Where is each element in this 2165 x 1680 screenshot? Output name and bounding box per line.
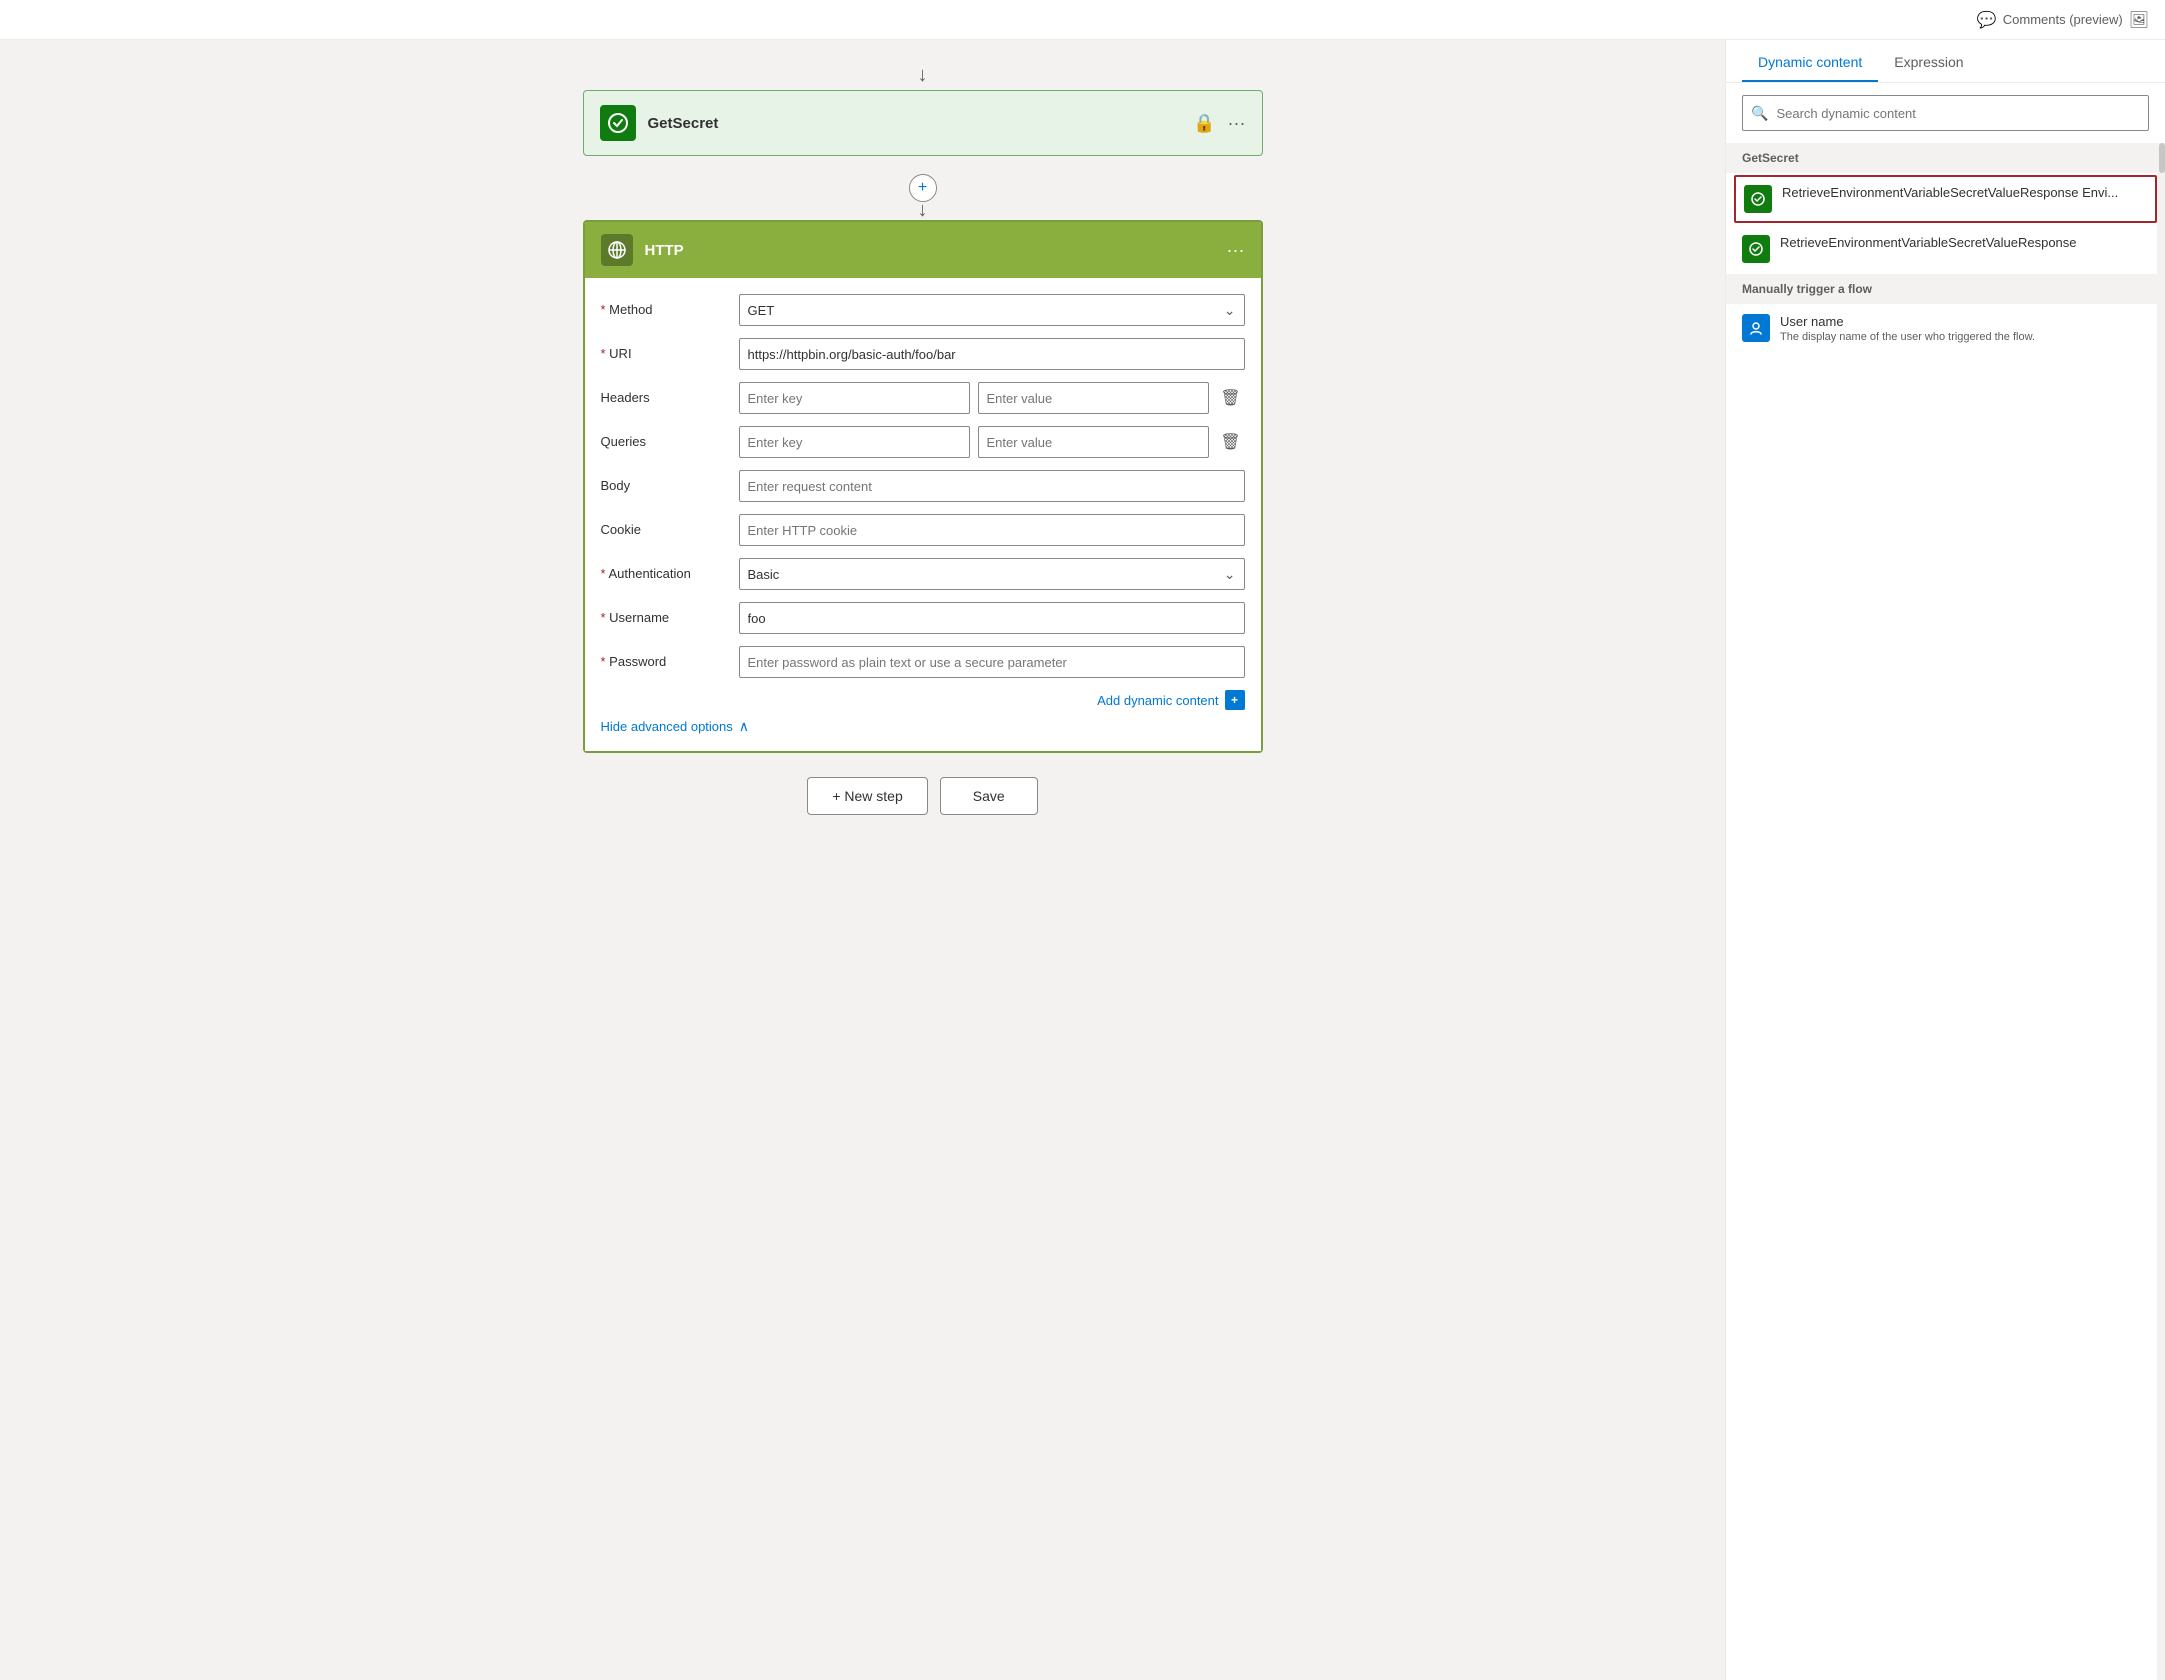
search-icon: 🔍 [1751,105,1768,122]
dynamic-content-panel: Dynamic content Expression 🔍 GetSecret [1725,40,2165,1680]
panel-scrollbar[interactable] [2157,143,2165,1680]
queries-value-input[interactable] [978,426,1209,458]
panel-search-area: 🔍 [1726,83,2165,143]
uri-label: URI [601,338,731,361]
http-card: HTTP ··· Method GET ⌄ URI https://httpbi… [583,220,1263,753]
getsecret-icon [600,105,636,141]
dynamic-item-1[interactable]: RetrieveEnvironmentVariableSecretValueRe… [1734,175,2157,223]
method-label: Method [601,294,731,317]
password-label: Password [601,646,731,669]
dynamic-content-icon[interactable]: + [1225,690,1245,710]
dynamic-item-2[interactable]: RetrieveEnvironmentVariableSecretValueRe… [1726,225,2165,274]
comment-icon: 💬 [1977,10,1997,30]
queries-key-input[interactable] [739,426,970,458]
body-label: Body [601,470,731,493]
http-card-body: Method GET ⌄ URI https://httpbin.org/bas… [585,278,1261,751]
hide-advanced-label: Hide advanced options [601,719,733,734]
headers-delete-btn[interactable]: 🗑 [1217,384,1245,412]
dynamic-content-link-row: Add dynamic content + [601,690,1245,710]
item3-svg [1748,320,1764,336]
queries-inputs: 🗑 [739,426,1245,458]
item3-icon [1742,314,1770,342]
auth-value: Basic [748,567,780,582]
top-bar: 💬 Comments (preview) 🖼 [0,0,2165,40]
cookie-input[interactable] [739,514,1245,546]
search-input[interactable] [1776,106,2140,121]
method-select[interactable]: GET ⌄ [739,294,1245,326]
headers-label: Headers [601,382,731,405]
item2-text: RetrieveEnvironmentVariableSecretValueRe… [1780,235,2149,250]
queries-delete-btn[interactable]: 🗑 [1217,428,1245,456]
scrollbar-thumb [2159,143,2165,173]
tab-expression[interactable]: Expression [1878,40,1979,82]
password-input[interactable] [739,646,1245,678]
item1-svg [1750,191,1766,207]
globe-svg [607,240,627,260]
add-step-button[interactable]: + [909,174,937,202]
http-card-header: HTTP ··· [585,222,1261,278]
body-input[interactable] [739,470,1245,502]
uri-input[interactable]: https://httpbin.org/basic-auth/foo/bar [739,338,1245,370]
method-value: GET [748,303,775,318]
panel-tabs: Dynamic content Expression [1726,40,2165,83]
more-options-icon[interactable]: ··· [1228,113,1246,134]
headers-row: Headers 🗑 [601,382,1245,414]
headers-value-input[interactable] [978,382,1209,414]
username-input[interactable]: foo [739,602,1245,634]
item1-text: RetrieveEnvironmentVariableSecretValueRe… [1782,185,2147,200]
lock-icon[interactable]: 🔒 [1193,113,1215,134]
comments-label[interactable]: Comments (preview) [2003,12,2123,27]
hide-advanced-options[interactable]: Hide advanced options ∧ [601,718,1245,735]
auth-row: Authentication Basic ⌄ [601,558,1245,590]
item1-icon [1744,185,1772,213]
method-chevron-down: ⌄ [1224,302,1236,319]
http-more-icon[interactable]: ··· [1227,240,1245,261]
save-button[interactable]: Save [940,777,1038,815]
canvas: ↓ GetSecret 🔒 ··· + ↓ [0,40,1845,1680]
item3-text: User name The display name of the user w… [1780,314,2149,343]
new-step-button[interactable]: + New step [807,777,927,815]
password-row: Password [601,646,1245,678]
tab-dynamic-content[interactable]: Dynamic content [1742,40,1878,82]
bottom-actions: + New step Save [807,777,1037,815]
item3-title: User name [1780,314,2149,329]
cookie-label: Cookie [601,514,731,537]
search-box: 🔍 [1742,95,2149,131]
section-manually-trigger: Manually trigger a flow [1726,274,2165,304]
panel-content: GetSecret RetrieveEnvironmentVariableSec… [1726,143,2165,1680]
chevron-up-icon: ∧ [739,718,749,735]
item3-desc: The display name of the user who trigger… [1780,331,2149,343]
http-icon [601,234,633,266]
cookie-row: Cookie [601,514,1245,546]
body-row: Body [601,470,1245,502]
getsecret-title: GetSecret [648,115,1182,132]
panel-icon[interactable]: 🖼 [2129,10,2149,30]
username-row: Username foo [601,602,1245,634]
method-row: Method GET ⌄ [601,294,1245,326]
dynamic-item-3[interactable]: User name The display name of the user w… [1726,304,2165,354]
getsecret-actions: 🔒 ··· [1193,113,1245,134]
arrow-connector-top: ↓ [918,60,928,90]
auth-label: Authentication [601,558,731,581]
item2-svg [1748,241,1764,257]
getsecret-card[interactable]: GetSecret 🔒 ··· [583,90,1263,156]
queries-label: Queries [601,426,731,449]
headers-key-input[interactable] [739,382,970,414]
item2-title: RetrieveEnvironmentVariableSecretValueRe… [1780,235,2149,250]
getsecret-svg [607,112,629,134]
auth-chevron-down: ⌄ [1224,566,1236,583]
comments-section: 💬 Comments (preview) 🖼 [1977,10,2149,30]
queries-row: Queries 🗑 [601,426,1245,458]
auth-select[interactable]: Basic ⌄ [739,558,1245,590]
http-title: HTTP [645,242,1215,259]
uri-row: URI https://httpbin.org/basic-auth/foo/b… [601,338,1245,370]
item1-title: RetrieveEnvironmentVariableSecretValueRe… [1782,185,2147,200]
arrow-connector-mid-bottom: ↓ [918,202,928,218]
section-getsecret: GetSecret [1726,143,2165,173]
add-dynamic-content-link[interactable]: Add dynamic content [1097,693,1218,708]
username-label: Username [601,602,731,625]
item2-icon [1742,235,1770,263]
headers-inputs: 🗑 [739,382,1245,414]
add-step-connector: + ↓ [909,158,937,218]
